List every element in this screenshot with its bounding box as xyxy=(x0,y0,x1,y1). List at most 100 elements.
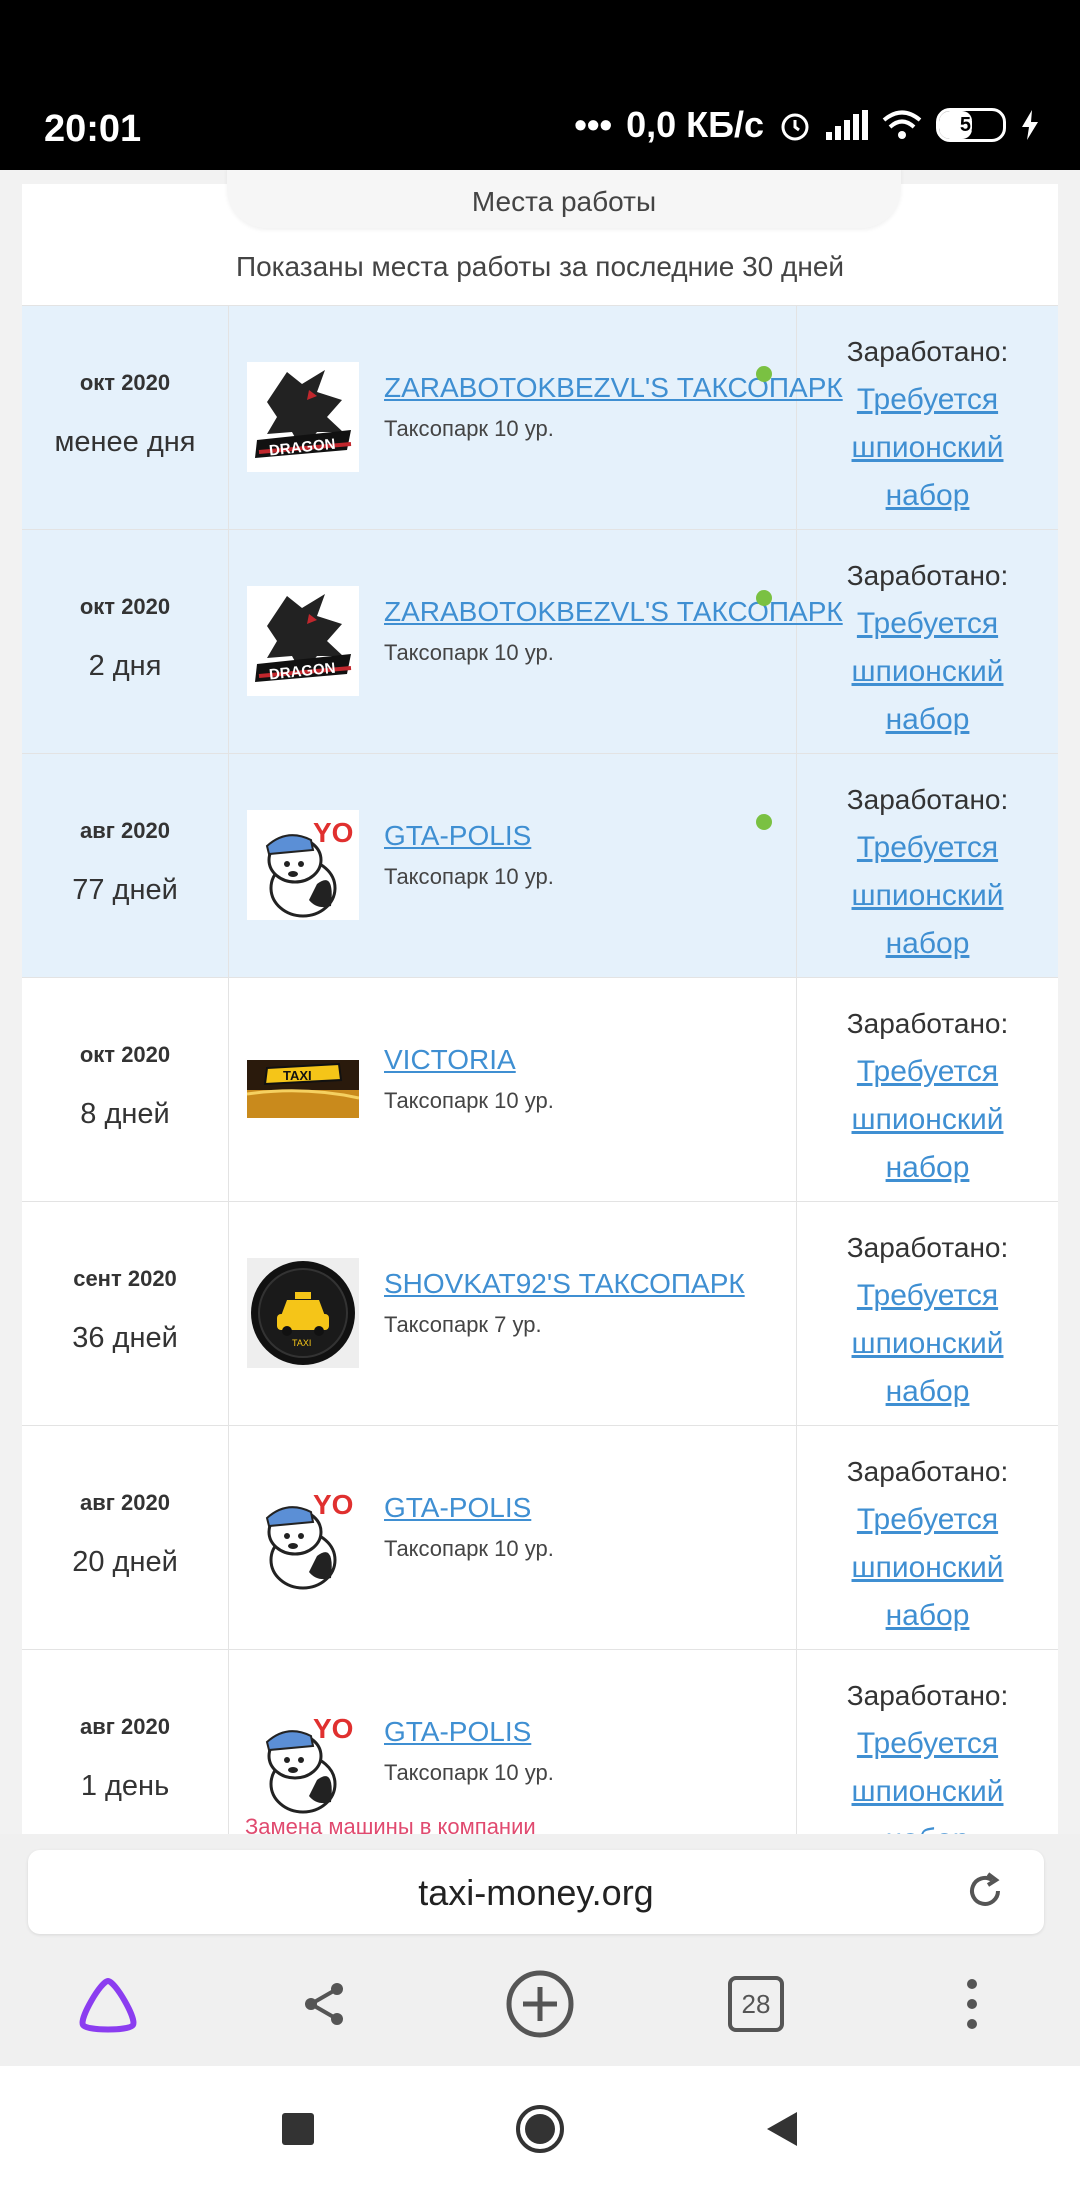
table-row: окт 2020 2 дня DRAGON ZARABOTOKBEZVL'S ТАКС… xyxy=(22,530,1058,754)
dragon-logo: DRAGON xyxy=(247,362,359,472)
spy-kit-link[interactable]: набор xyxy=(797,1368,1058,1416)
row-note: Замена машины в компании xyxy=(245,1814,536,1834)
bear-logo: YO xyxy=(247,1482,359,1592)
alice-button[interactable] xyxy=(63,1959,153,2049)
spy-kit-link[interactable]: набор xyxy=(797,472,1058,520)
company-level: Таксопарк 10 ур. xyxy=(384,864,554,889)
company-logo[interactable]: DRAGON xyxy=(247,362,359,472)
period-duration: 20 дней xyxy=(72,1546,178,1578)
company-name-link[interactable]: ZARABOTOKBEZVL'S ТАКСОПАРК xyxy=(384,596,843,628)
period-date: окт 2020 xyxy=(79,370,171,395)
section-title: Места работы xyxy=(227,170,901,228)
url-text[interactable]: taxi-money.org xyxy=(28,1872,1044,1914)
company-name-link[interactable]: ZARABOTOKBEZVL'S ТАКСОПАРК xyxy=(384,372,843,404)
earned-label: Заработано: xyxy=(846,1680,1009,1711)
refresh-icon[interactable] xyxy=(964,1870,1006,1912)
company-logo[interactable]: TAXI xyxy=(247,1034,359,1144)
earnings-cell: Заработано:Требуетсяшпионскийнабор xyxy=(797,1202,1058,1425)
company-name-link[interactable]: VICTORIA xyxy=(384,1044,516,1076)
spy-kit-link[interactable]: Требуется xyxy=(797,1048,1058,1096)
earnings-cell: Заработано: Требуетсяшпионскийнабор xyxy=(797,1426,1058,1649)
back-button[interactable] xyxy=(765,2110,799,2148)
work-places-table: окт 2020 менее дня DRAGON ZARABOTOKBEZVL'S … xyxy=(22,305,1058,1834)
table-row: авг 2020 20 дней YO GTA-POLIS Таксопарк 10 у… xyxy=(22,1426,1058,1650)
status-bar: 20:01 ••• 0,0 КБ/с 52 xyxy=(0,0,1080,170)
status-time: 20:01 xyxy=(44,108,142,150)
company-name-link[interactable]: GTA-POLIS xyxy=(384,1716,531,1748)
spy-kit-link[interactable]: набор xyxy=(797,1816,1058,1834)
menu-button[interactable] xyxy=(927,1959,1017,2049)
spy-kit-link[interactable]: Требуется xyxy=(797,1720,1058,1768)
tabs-count: 28 xyxy=(728,1976,784,2032)
company-cell: TAXI VICTORIA Таксопарк 10 ур. xyxy=(229,978,797,1201)
spy-kit-link[interactable]: набор xyxy=(797,1592,1058,1640)
date-cell: авг 2020 1 день xyxy=(22,1650,229,1834)
company-logo[interactable]: TAXI xyxy=(247,1258,359,1368)
company-logo[interactable]: YO xyxy=(247,1482,359,1592)
company-cell: YO GTA-POLIS Таксопарк 10 ур. xyxy=(229,1426,797,1649)
spy-kit-link[interactable]: шпионский xyxy=(797,1096,1058,1144)
company-name-link[interactable]: GTA-POLIS xyxy=(384,820,531,852)
battery-level: 52 xyxy=(959,113,983,136)
earnings-cell: Заработано: Требуетсяшпионскийнабор xyxy=(797,1650,1058,1834)
online-status-dot xyxy=(756,590,772,606)
online-status-dot xyxy=(756,366,772,382)
earned-label: Заработано: xyxy=(846,1456,1009,1487)
new-tab-button[interactable] xyxy=(495,1959,585,2049)
recents-button[interactable] xyxy=(281,2112,315,2146)
company-level: Таксопарк 10 ур. xyxy=(384,416,554,441)
spy-kit-link[interactable]: шпионский xyxy=(797,1768,1058,1816)
spy-kit-link[interactable]: шпионский xyxy=(797,424,1058,472)
table-row: авг 2020 77 дней YO GTA-POLIS Таксопарк 10 у… xyxy=(22,754,1058,978)
online-status-dot xyxy=(756,814,772,830)
company-cell: YO GTA-POLIS Таксопарк 10 ур. Замена машины… xyxy=(229,1650,797,1834)
spy-kit-link[interactable]: Требуется xyxy=(797,1496,1058,1544)
period-date: окт 2020 xyxy=(79,594,171,619)
spy-kit-link[interactable]: набор xyxy=(797,920,1058,968)
alarm-icon xyxy=(781,113,809,141)
company-logo[interactable]: YO xyxy=(247,810,359,920)
period-duration: 36 дней xyxy=(72,1322,178,1354)
spy-kit-link[interactable]: Требуется xyxy=(797,824,1058,872)
alice-icon xyxy=(79,1977,137,2033)
period-date: авг 2020 xyxy=(80,1490,170,1515)
home-button[interactable] xyxy=(515,2104,565,2154)
table-row: авг 2020 1 день YO GTA-POLIS Таксопарк 10 ур… xyxy=(22,1650,1058,1834)
company-cell: YO GTA-POLIS Таксопарк 10 ур. xyxy=(229,754,797,977)
more-vertical-icon xyxy=(967,1979,977,2029)
network-speed: 0,0 КБ/с xyxy=(626,104,764,145)
spy-kit-link[interactable]: шпионский xyxy=(797,1544,1058,1592)
work-places-card: Места работы Показаны места работы за по… xyxy=(22,170,1058,1834)
tabs-button[interactable]: 28 xyxy=(711,1959,801,2049)
spy-kit-link[interactable]: шпионский xyxy=(797,648,1058,696)
company-cell: DRAGON ZARABOTOKBEZVL'S ТАКСОПАРК Таксопар… xyxy=(229,530,843,753)
more-dots-icon: ••• xyxy=(574,104,613,145)
company-cell: DRAGON ZARABOTOKBEZVL'S ТАКСОПАРК Таксопар… xyxy=(229,306,843,529)
period-duration: 8 дней xyxy=(80,1098,170,1130)
company-cell: TAXI SHOVKAT92'S ТАКСОПАРК Таксопарк 7 ур. xyxy=(229,1202,797,1425)
company-logo[interactable]: YO xyxy=(247,1706,359,1816)
spy-kit-link[interactable]: набор xyxy=(797,1144,1058,1192)
url-bar[interactable]: taxi-money.org xyxy=(28,1850,1044,1934)
date-cell: окт 2020 8 дней xyxy=(22,978,229,1201)
period-date: авг 2020 xyxy=(80,1714,170,1739)
svg-text:TAXI: TAXI xyxy=(292,1338,311,1348)
earnings-cell: Заработано:Требуетсяшпионскийнабор xyxy=(797,306,1058,529)
earned-label: Заработано: xyxy=(846,1008,1009,1039)
spy-kit-link[interactable]: набор xyxy=(797,696,1058,744)
company-name-link[interactable]: GTA-POLIS xyxy=(384,1492,531,1524)
period-duration: 1 день xyxy=(80,1770,170,1802)
plus-circle-icon xyxy=(506,1970,574,2038)
company-level: Таксопарк 10 ур. xyxy=(384,1088,554,1113)
table-row: сент 2020 36 дней TAXI SHOVKAT92'S ТАКСОПАР… xyxy=(22,1202,1058,1426)
spy-kit-link[interactable]: Требуется xyxy=(797,1272,1058,1320)
company-name-link[interactable]: SHOVKAT92'S ТАКСОПАРК xyxy=(384,1268,745,1300)
share-button[interactable] xyxy=(279,1959,369,2049)
date-cell: окт 2020 менее дня xyxy=(22,306,229,529)
date-cell: авг 2020 77 дней xyxy=(22,754,229,977)
spy-kit-link[interactable]: шпионский xyxy=(797,872,1058,920)
table-row: окт 2020 менее дня DRAGON ZARABOTOKBEZVL'S … xyxy=(22,306,1058,530)
browser-url-area: taxi-money.org xyxy=(0,1834,1080,1942)
spy-kit-link[interactable]: шпионский xyxy=(797,1320,1058,1368)
company-logo[interactable]: DRAGON xyxy=(247,586,359,696)
